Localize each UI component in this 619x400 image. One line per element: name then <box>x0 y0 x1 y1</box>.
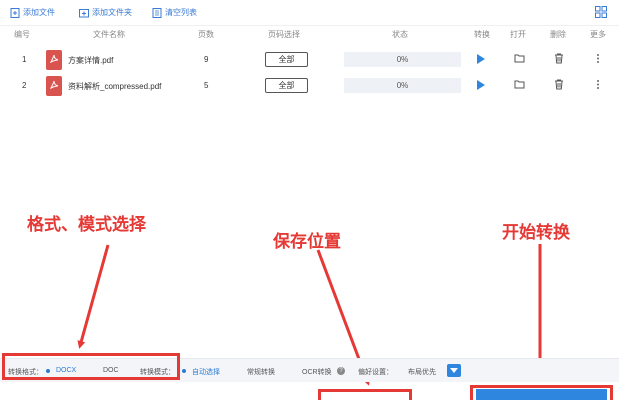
annotation-arrows <box>77 244 544 386</box>
preference-label: 偏好设置： <box>358 369 393 376</box>
preference-value[interactable]: 布局优先 <box>408 367 436 377</box>
radio-selected-icon[interactable] <box>182 369 186 373</box>
help-icon[interactable]: ? <box>337 367 345 375</box>
mode-auto-option[interactable]: 自动选择 <box>192 367 220 377</box>
highlight-start-button <box>470 385 613 400</box>
mode-ocr-option[interactable]: OCR转换 <box>302 367 332 377</box>
mode-normal-option[interactable]: 常规转换 <box>247 367 275 377</box>
preference-dropdown[interactable] <box>447 364 461 377</box>
chevron-down-icon <box>450 368 458 373</box>
arrow-format <box>77 244 110 349</box>
highlight-format-mode <box>2 353 180 380</box>
highlight-save-location <box>318 389 412 400</box>
